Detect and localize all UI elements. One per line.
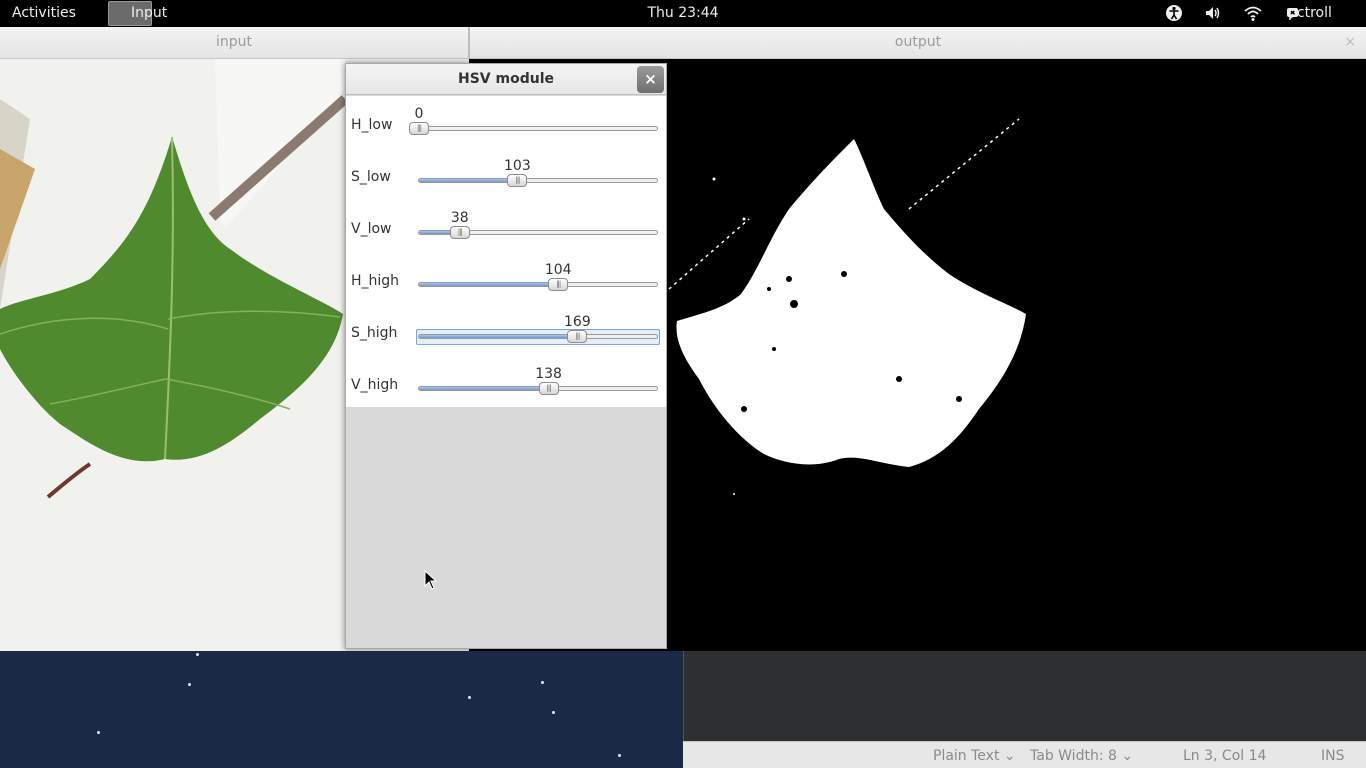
tab-width-selector[interactable]: Tab Width: 8 ⌄ (1030, 748, 1133, 764)
slider-value: 38 (450, 210, 469, 226)
slider-track[interactable]: ||| (418, 278, 658, 291)
slider-label: H_low (351, 117, 393, 133)
slider-thumb[interactable]: ||| (548, 278, 569, 291)
editor-statusbar: Plain Text ⌄ Tab Width: 8 ⌄ Ln 3, Col 14… (683, 741, 1366, 768)
slider-panel: H_low 0 ||| S_low 103 ||| V_low 38 ||| H_high 104 |… (346, 96, 666, 407)
top-bar: Activities Input Thu 23:44 pctroll (0, 0, 1366, 27)
dialog-close-button[interactable]: × (637, 66, 664, 93)
slider-label: V_high (351, 377, 399, 393)
user-menu[interactable]: pctroll (1288, 5, 1332, 21)
clock[interactable]: Thu 23:44 (0, 5, 1366, 21)
mouse-cursor-icon (424, 570, 438, 590)
slider-value: 103 (504, 158, 531, 174)
accessibility-icon[interactable] (1164, 3, 1184, 23)
input-window-titlebar[interactable]: input (0, 27, 469, 59)
slider-track[interactable]: ||| (418, 226, 658, 239)
dialog-titlebar[interactable]: HSV module (346, 64, 666, 95)
slider-row-h-high: H_high 104 ||| (346, 256, 666, 308)
slider-row-v-low: V_low 38 ||| (346, 204, 666, 256)
slider-track[interactable]: ||| (418, 174, 658, 187)
volume-icon[interactable] (1203, 3, 1223, 23)
slider-label: S_high (351, 325, 398, 341)
slider-track[interactable]: ||| (409, 122, 658, 135)
slider-label: S_low (351, 169, 391, 185)
slider-row-h-low: H_low 0 ||| (346, 100, 666, 152)
slider-thumb[interactable]: ||| (507, 174, 528, 187)
dialog-title: HSV module (458, 71, 554, 87)
cursor-position: Ln 3, Col 14 (1183, 748, 1267, 764)
slider-thumb[interactable]: ||| (449, 226, 470, 239)
slider-thumb[interactable]: ||| (409, 122, 429, 135)
slider-value: 0 (414, 106, 424, 122)
output-window-titlebar[interactable]: output × (469, 27, 1366, 59)
slider-fill (419, 387, 549, 390)
slider-fill (419, 179, 518, 182)
slider-row-s-low: S_low 103 ||| (346, 152, 666, 204)
language-selector[interactable]: Plain Text ⌄ (933, 748, 1016, 764)
output-window-title: output (894, 34, 942, 50)
slider-value: 138 (535, 366, 562, 382)
slider-thumb[interactable]: ||| (567, 330, 588, 343)
slider-track[interactable]: ||| (418, 330, 658, 343)
slider-row-s-high: S_high 169 ||| (346, 308, 666, 360)
hsv-module-dialog: HSV module × H_low 0 ||| S_low 103 ||| V_low 38… (345, 63, 667, 649)
slider-fill (419, 283, 559, 286)
insert-mode: INS (1321, 748, 1345, 764)
input-window-title: input (215, 34, 252, 50)
slider-track[interactable]: ||| (418, 382, 658, 395)
slider-row-v-high: V_high 138 ||| (346, 360, 666, 412)
slider-value: 169 (564, 314, 591, 330)
wifi-icon[interactable] (1243, 3, 1263, 23)
slider-thumb[interactable]: ||| (538, 382, 559, 395)
slider-label: V_low (351, 221, 392, 237)
output-close-icon[interactable]: × (1344, 27, 1356, 58)
slider-value: 104 (544, 262, 572, 278)
editor-background (683, 651, 1366, 741)
desktop-background (0, 651, 683, 768)
slider-fill (419, 335, 578, 338)
slider-label: H_high (351, 273, 400, 289)
